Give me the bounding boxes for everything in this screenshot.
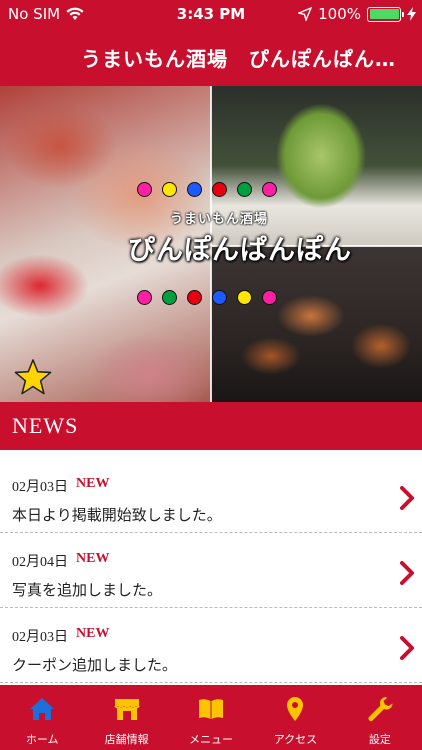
news-text: 写真を追加しました。 bbox=[12, 581, 163, 599]
news-item[interactable]: 02月04日 NEW 写真を追加しました。 bbox=[0, 533, 422, 608]
logo-dot bbox=[162, 182, 177, 197]
tab-label: メニュー bbox=[189, 733, 234, 746]
logo-dot bbox=[162, 290, 177, 305]
chevron-right-icon[interactable] bbox=[400, 561, 414, 585]
logo-dot bbox=[187, 290, 202, 305]
news-title: NEWS bbox=[12, 413, 79, 438]
tab-label: ホーム bbox=[25, 733, 59, 746]
shop-icon bbox=[113, 699, 140, 720]
book-icon bbox=[199, 699, 224, 719]
logo-dot bbox=[237, 290, 252, 305]
news-meta: 02月04日 NEW bbox=[12, 551, 109, 571]
charging-bolt-icon bbox=[407, 7, 416, 21]
favorite-star-icon[interactable] bbox=[14, 358, 52, 396]
news-item[interactable]: 02月03日 NEW 本日より掲載開始致しました。 bbox=[0, 458, 422, 533]
tab-bar: ホーム 店舗情報 メニュー アクセス 設定 bbox=[0, 685, 422, 750]
logo-dot bbox=[237, 182, 252, 197]
tab-settings[interactable]: 設定 bbox=[338, 685, 422, 750]
new-badge: NEW bbox=[76, 476, 110, 491]
status-right: 100% bbox=[298, 5, 416, 23]
chevron-right-icon[interactable] bbox=[400, 486, 414, 510]
hero-banner: うまいもん酒場 ぴんぽんぱんぽん bbox=[0, 86, 422, 402]
news-meta: 02月03日 NEW bbox=[12, 626, 109, 646]
tab-label: アクセス bbox=[273, 733, 318, 746]
page-title: うまいもん酒場 ぴんぽんぱん… bbox=[81, 46, 396, 71]
logo-dot bbox=[137, 182, 152, 197]
logo-dot bbox=[262, 290, 277, 305]
tab-label: 店舗情報 bbox=[104, 733, 149, 746]
new-badge: NEW bbox=[76, 626, 110, 641]
new-badge: NEW bbox=[76, 551, 110, 566]
logo-dot bbox=[137, 290, 152, 305]
yakitori-photo bbox=[211, 246, 422, 402]
news-text: 本日より掲載開始致しました。 bbox=[12, 506, 222, 524]
map-pin-icon bbox=[287, 697, 304, 721]
battery-percent: 100% bbox=[318, 5, 361, 23]
tab-label: 設定 bbox=[368, 733, 391, 746]
logo-dot bbox=[262, 182, 277, 197]
tab-access[interactable]: アクセス bbox=[253, 685, 337, 750]
news-meta: 02月03日 NEW bbox=[12, 476, 109, 496]
location-arrow-icon bbox=[298, 7, 313, 21]
battery-icon bbox=[367, 6, 404, 22]
logo-dots-top bbox=[137, 182, 277, 197]
news-date: 02月04日 bbox=[12, 555, 68, 570]
news-date: 02月03日 bbox=[12, 480, 68, 495]
logo-subtitle: うまいもん酒場 bbox=[170, 212, 269, 227]
status-bar: No SIM 3:43 PM 100% bbox=[0, 0, 422, 28]
wrench-icon bbox=[368, 696, 393, 721]
home-icon bbox=[30, 698, 55, 720]
news-header: NEWS bbox=[0, 402, 422, 450]
tab-shop-info[interactable]: 店舗情報 bbox=[84, 685, 168, 750]
chevron-right-icon[interactable] bbox=[400, 636, 414, 660]
app-header: うまいもん酒場 ぴんぽんぱん… bbox=[0, 28, 422, 86]
shop-logo: ぴんぽんぱんぽん bbox=[128, 235, 352, 266]
logo-dot bbox=[212, 290, 227, 305]
news-text: クーポン追加しました。 bbox=[12, 656, 178, 674]
logo-dot bbox=[212, 182, 227, 197]
news-item[interactable]: 02月03日 NEW クーポン追加しました。 bbox=[0, 608, 422, 683]
logo-dots-bottom bbox=[137, 290, 277, 305]
news-list: 02月03日 NEW 本日より掲載開始致しました。 02月04日 NEW 写真を… bbox=[0, 458, 422, 683]
tab-home[interactable]: ホーム bbox=[0, 685, 84, 750]
tab-menu[interactable]: メニュー bbox=[169, 685, 253, 750]
news-date: 02月03日 bbox=[12, 630, 68, 645]
logo-dot bbox=[187, 182, 202, 197]
